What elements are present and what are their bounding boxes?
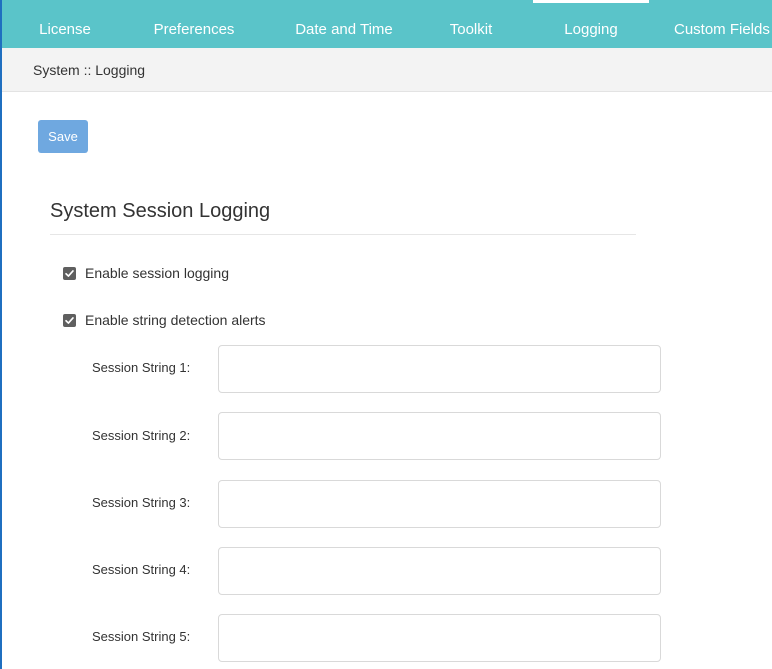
session-string-4-input[interactable] <box>218 547 661 595</box>
tab-license[interactable]: License <box>28 0 102 48</box>
session-string-3-input[interactable] <box>218 480 661 528</box>
session-string-3-label: Session String 3: <box>92 495 191 510</box>
enable-session-logging-label: Enable session logging <box>85 265 229 281</box>
session-string-5-input[interactable] <box>218 614 661 662</box>
tab-toolkit[interactable]: Toolkit <box>434 0 508 48</box>
tab-preferences[interactable]: Preferences <box>142 0 246 48</box>
check-icon <box>65 269 74 277</box>
tab-logging[interactable]: Logging <box>533 0 649 48</box>
tab-custom-fields[interactable]: Custom Fields <box>674 0 772 48</box>
enable-session-logging-checkbox[interactable] <box>63 266 76 280</box>
section-title: System Session Logging <box>50 200 271 222</box>
session-string-1-label: Session String 1: <box>92 360 191 375</box>
enable-session-logging-row[interactable]: Enable session logging <box>63 263 229 283</box>
session-string-1-input[interactable] <box>218 345 661 393</box>
breadcrumb-bar: System :: Logging <box>2 48 772 92</box>
enable-string-detection-label: Enable string detection alerts <box>85 312 266 328</box>
enable-string-detection-checkbox[interactable] <box>63 313 76 327</box>
session-string-4-label: Session String 4: <box>92 562 191 577</box>
breadcrumb: System :: Logging <box>33 62 146 78</box>
check-icon <box>65 316 74 324</box>
tab-date-and-time[interactable]: Date and Time <box>284 0 404 48</box>
session-string-2-input[interactable] <box>218 412 661 460</box>
session-string-5-label: Session String 5: <box>92 629 191 644</box>
save-button[interactable]: Save <box>38 120 88 153</box>
session-string-2-label: Session String 2: <box>92 428 191 443</box>
tab-bar: License Preferences Date and Time Toolki… <box>2 0 772 48</box>
enable-string-detection-row[interactable]: Enable string detection alerts <box>63 310 266 330</box>
section-divider <box>50 234 636 235</box>
